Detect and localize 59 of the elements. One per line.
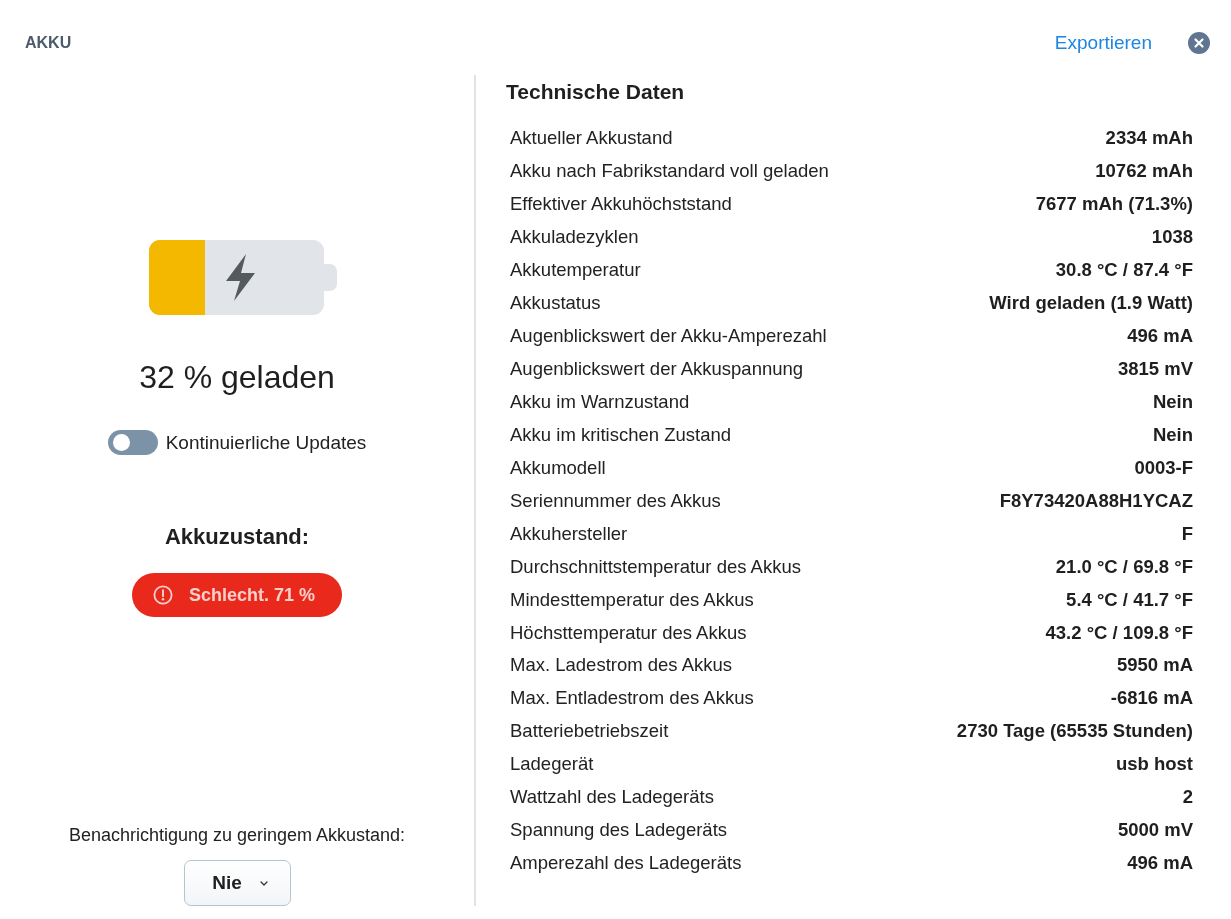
spec-value: 0003-F [1134, 456, 1193, 479]
spec-value: -6816 mA [1110, 687, 1193, 710]
spec-label: Durchschnittstemperatur des Akkus [510, 555, 801, 578]
spec-value: 2730 Tage (65535 Stunden) [956, 720, 1193, 743]
spec-value: F8Y73420A88H1YCAZ [999, 489, 1193, 512]
spec-label: Max. Ladestrom des Akkus [510, 654, 733, 677]
spec-label: Wattzahl des Ladegeräts [510, 786, 714, 809]
spec-label: Akkustatus [510, 292, 601, 315]
close-icon[interactable] [1188, 32, 1210, 54]
spec-value: 496 mA [1127, 325, 1193, 348]
spec-label: Amperezahl des Ladegeräts [510, 852, 742, 875]
spec-label: Spannung des Ladegeräts [510, 819, 728, 842]
spec-label: Effektiver Akkuhöchststand [510, 193, 732, 216]
chevron-down-icon [259, 880, 268, 886]
spec-label: Aktueller Akkustand [510, 127, 673, 150]
spec-value: 2 [1182, 786, 1193, 809]
spec-value: usb host [1115, 753, 1193, 776]
spec-value: 2334 mAh [1105, 127, 1193, 150]
spec-label: Mindesttemperatur des Akkus [510, 588, 754, 611]
spec-value: Nein [1152, 423, 1193, 446]
spec-label: Max. Entladestrom des Akkus [510, 687, 754, 710]
spec-value: 3815 mV [1117, 358, 1193, 381]
spec-label: Akkuladezyklen [510, 226, 639, 249]
spec-label: Akku nach Fabrikstandard voll geladen [510, 160, 829, 183]
spec-label: Akku im Warnzustand [510, 390, 690, 413]
spec-value: 5.4 °C / 41.7 °F [1066, 588, 1193, 611]
spec-label: Seriennummer des Akkus [510, 489, 721, 512]
spec-label: Batteriebetriebszeit [510, 720, 669, 743]
spec-value: 5950 mA [1116, 654, 1193, 677]
health-status-text: Schlecht. 71 % [188, 584, 316, 606]
spec-value: F [1181, 522, 1193, 545]
spec-value: 43.2 °C / 109.8 °F [1045, 621, 1193, 644]
alert-icon [152, 585, 173, 605]
spec-label: Augenblickswert der Akkuspannung [510, 358, 804, 381]
notification-label: Benachrichtigung zu geringem Akkustand: [68, 824, 406, 847]
spec-value: 7677 mAh (71.3%) [1035, 193, 1193, 216]
page-title: AKKU [25, 33, 72, 53]
spec-value: Wird geladen (1.9 Watt) [989, 292, 1193, 315]
spec-value: 21.0 °C / 69.8 °F [1055, 555, 1193, 578]
export-link[interactable]: Exportieren [1054, 31, 1152, 55]
spec-label: Akkutemperatur [510, 259, 641, 282]
spec-label: Akkumodell [510, 456, 606, 479]
spec-label: Akkuhersteller [510, 522, 628, 545]
spec-value: 496 mA [1127, 852, 1193, 875]
spec-label: Ladegerät [510, 753, 594, 776]
spec-value: 5000 mV [1117, 819, 1193, 842]
toggle-label: Kontinuierliche Updates [165, 431, 367, 454]
toggle-switch[interactable] [107, 430, 158, 455]
charge-percentage: 32 % geladen [139, 358, 335, 397]
spec-value: 10762 mAh [1095, 160, 1193, 183]
spec-value: 30.8 °C / 87.4 °F [1055, 259, 1193, 282]
health-heading: Akkuzustand: [164, 523, 310, 551]
spec-label: Augenblickswert der Akku-Amperezahl [510, 325, 827, 348]
spec-value: 1038 [1151, 226, 1193, 249]
spec-label: Höchsttemperatur des Akkus [510, 621, 747, 644]
spec-value: Nein [1152, 390, 1193, 413]
notification-dropdown[interactable]: Nie [183, 860, 291, 906]
spec-label: Akku im kritischen Zustand [510, 423, 732, 446]
section-title: Technische Daten [506, 79, 685, 105]
